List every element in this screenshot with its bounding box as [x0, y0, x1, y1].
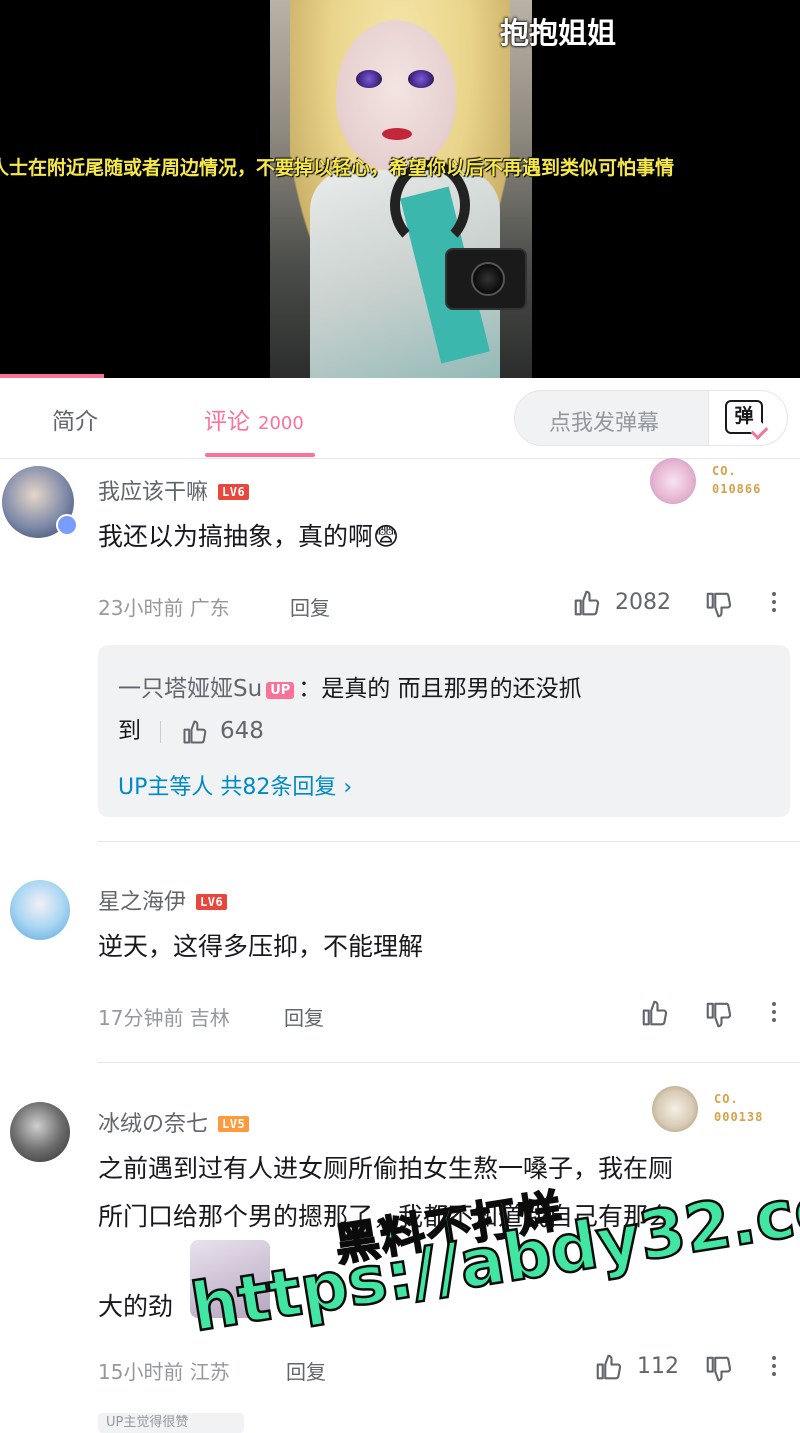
- separator: [160, 720, 162, 743]
- comment-time-location: 23小时前 广东: [98, 596, 230, 620]
- more-options-icon[interactable]: [772, 592, 776, 616]
- sub-reply-like-count: 648: [219, 718, 264, 744]
- fan-badge-icon: [650, 458, 696, 504]
- sub-replies-box[interactable]: 一只塔娅娅Su UP ：是真的 而且那男的还没抓 到 648 UP主等人 共82条回…: [98, 645, 790, 817]
- thumbs-up-icon: [596, 1354, 622, 1380]
- comment-divider: [98, 1062, 800, 1063]
- avatar[interactable]: [10, 1102, 70, 1162]
- like-count: 112: [637, 1354, 679, 1379]
- sub-reply-line: 一只塔娅娅Su UP ：是真的 而且那男的还没抓: [118, 669, 582, 703]
- active-tab-indicator: [205, 453, 315, 457]
- fan-badge-icon: [652, 1086, 698, 1132]
- right-eye: [408, 70, 434, 88]
- up-badge: UP: [266, 682, 295, 699]
- tab-comments-label: 评论: [204, 409, 250, 435]
- thumbs-up-icon[interactable]: [181, 718, 209, 746]
- more-options-icon[interactable]: [772, 1356, 776, 1380]
- sub-reply-text-2: 到: [118, 718, 141, 744]
- like-button[interactable]: 2082: [572, 588, 671, 618]
- username-text: 冰绒の奈七: [98, 1112, 209, 1137]
- username-text: 星之海伊: [98, 890, 187, 915]
- comment-username[interactable]: 星之海伊 LV6: [98, 884, 228, 916]
- danmaku-icon: 弹: [725, 400, 763, 434]
- tab-comments[interactable]: 评论 2000: [204, 402, 304, 436]
- video-frame-image: [270, 0, 532, 378]
- video-subtitle: 人士在附近尾随或者周边情况，不要掉以轻心，希望你以后不再遇到类似可怕事情: [0, 157, 675, 179]
- comment-username[interactable]: 我应该干嘛 LV6: [98, 474, 250, 506]
- action-camera: [445, 248, 527, 310]
- view-more-replies-link[interactable]: UP主等人 共82条回复 ›: [118, 769, 352, 801]
- video-overlay-title: 抱抱姐姐: [500, 16, 617, 50]
- sub-reply-line-2: 到 648: [118, 711, 264, 746]
- sub-reply-username[interactable]: 一只塔娅娅Su: [118, 676, 262, 702]
- level-badge: LV5: [218, 1116, 250, 1132]
- left-eye: [356, 70, 382, 88]
- fan-badge-label: CO. 000138: [714, 1092, 764, 1124]
- like-count: 2082: [615, 590, 671, 615]
- level-badge: LV6: [196, 894, 228, 910]
- avatar[interactable]: [10, 880, 70, 940]
- level-badge: LV6: [218, 484, 250, 500]
- tab-intro[interactable]: 简介: [52, 402, 98, 436]
- more-options-icon[interactable]: [772, 1002, 776, 1026]
- verified-icon: [56, 514, 78, 536]
- thumbs-down-icon[interactable]: [704, 590, 734, 620]
- comment-divider: [98, 841, 800, 842]
- fan-badge-label: CO. 010866: [712, 464, 762, 496]
- comment-time-location: 15小时前 江苏: [98, 1360, 230, 1384]
- like-button[interactable]: 112: [594, 1352, 679, 1382]
- thumbs-down-icon[interactable]: [704, 1000, 734, 1030]
- tab-bar: 简介 评论 2000 点我发弹幕 弹: [0, 378, 800, 459]
- thumbs-up-icon[interactable]: [640, 998, 670, 1028]
- comment-content: 逆天，这得多压抑，不能理解: [98, 932, 424, 961]
- username-text: 我应该干嘛: [98, 480, 209, 505]
- comment-content-line-3: 大的劲: [98, 1292, 174, 1321]
- cosplayer-face: [336, 20, 456, 170]
- lips: [382, 128, 412, 140]
- comments-count: 2000: [258, 413, 304, 434]
- sub-reply-text: ：是真的 而且那男的还没抓: [298, 676, 582, 702]
- danmaku-placeholder: 点我发弹幕: [549, 411, 660, 436]
- up-liked-tag: UP主觉得很赞: [98, 1413, 244, 1433]
- video-player[interactable]: 抱抱姐姐 人士在附近尾随或者周边情况，不要掉以轻心，希望你以后不再遇到类似可怕事…: [0, 0, 800, 378]
- reply-button[interactable]: 回复: [286, 1356, 326, 1385]
- thumbs-up-icon: [574, 590, 600, 616]
- danmaku-input[interactable]: 点我发弹幕 弹: [514, 390, 788, 446]
- reply-button[interactable]: 回复: [284, 1002, 324, 1031]
- comment-content: 我还以为搞抽象，真的啊😨: [98, 522, 400, 551]
- reply-button[interactable]: 回复: [290, 592, 330, 621]
- thumbs-down-icon[interactable]: [704, 1354, 734, 1384]
- danmaku-toggle-button[interactable]: 弹: [708, 391, 787, 445]
- comment-time-location: 17分钟前 吉林: [98, 1006, 230, 1030]
- comment-username[interactable]: 冰绒の奈七 LV5: [98, 1106, 250, 1138]
